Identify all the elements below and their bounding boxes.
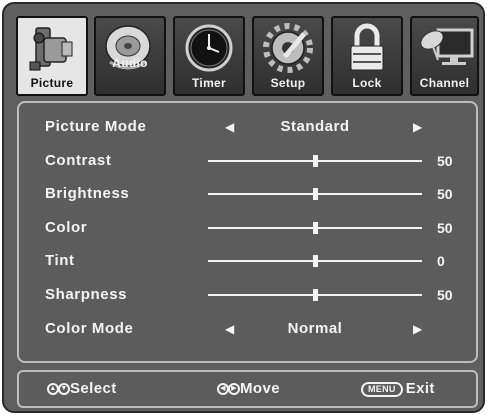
brightness-value: 50 bbox=[437, 186, 453, 202]
tab-label: Audio bbox=[112, 56, 148, 70]
setting-label: Color Mode bbox=[45, 320, 134, 337]
select-label: Select bbox=[70, 380, 117, 397]
padlock-icon bbox=[337, 22, 397, 74]
color-mode-value: Normal bbox=[287, 320, 343, 337]
slider-thumb[interactable] bbox=[312, 188, 318, 200]
tab-timer[interactable]: Timer bbox=[173, 16, 245, 96]
tab-label: Picture bbox=[30, 76, 74, 90]
picture-mode-row[interactable]: Picture Mode ◀ Standard ▶ bbox=[45, 116, 465, 138]
tab-setup[interactable]: Setup bbox=[252, 16, 324, 96]
up-down-icon: ▲ ▼ bbox=[47, 372, 70, 406]
exit-label: Exit bbox=[405, 380, 435, 397]
slider-thumb[interactable] bbox=[312, 289, 318, 301]
slider-thumb[interactable] bbox=[312, 255, 318, 267]
tab-lock[interactable]: Lock bbox=[331, 16, 403, 96]
tint-slider[interactable] bbox=[208, 255, 422, 267]
menu-key-icon: MENU bbox=[361, 381, 403, 397]
color-mode-row[interactable]: Color Mode ◀ Normal ▶ bbox=[45, 318, 465, 340]
arrow-right-icon[interactable]: ▶ bbox=[413, 116, 422, 138]
contrast-value: 50 bbox=[437, 153, 453, 169]
gear-wrench-icon bbox=[258, 22, 318, 74]
setting-label: Picture Mode bbox=[45, 118, 147, 135]
tab-bar: Picture Audio Timer Setup Lock Channel bbox=[16, 16, 479, 96]
picture-mode-value: Standard bbox=[280, 118, 350, 135]
tint-row[interactable]: Tint 0 bbox=[45, 250, 465, 272]
satellite-dish-tv-icon bbox=[416, 22, 476, 74]
tab-label: Setup bbox=[270, 76, 306, 90]
arrow-left-icon[interactable]: ◀ bbox=[225, 318, 234, 340]
slider-thumb[interactable] bbox=[312, 155, 318, 167]
tab-label: Timer bbox=[192, 76, 226, 90]
setting-label: Contrast bbox=[45, 152, 112, 169]
contrast-row[interactable]: Contrast 50 bbox=[45, 150, 465, 172]
sharpness-row[interactable]: Sharpness 50 bbox=[45, 284, 465, 306]
tab-channel[interactable]: Channel bbox=[410, 16, 479, 96]
setting-label: Brightness bbox=[45, 185, 130, 202]
footer-hint-bar: ▲ ▼ Select ◀ ▶ Move MENU Exit bbox=[17, 370, 478, 408]
move-hint: ◀ ▶ Move bbox=[217, 372, 280, 406]
color-value: 50 bbox=[437, 220, 453, 236]
move-label: Move bbox=[240, 380, 280, 397]
tab-label: Lock bbox=[352, 76, 382, 90]
setting-label: Tint bbox=[45, 252, 75, 269]
picture-settings-panel: Picture Mode ◀ Standard ▶ Contrast 50 Br… bbox=[17, 101, 478, 363]
tv-osd-menu: Picture Audio Timer Setup Lock Channel P… bbox=[2, 2, 485, 413]
left-right-icon: ◀ ▶ bbox=[217, 372, 240, 406]
camera-icon bbox=[22, 22, 82, 74]
tint-value: 0 bbox=[437, 253, 445, 269]
setting-label: Color bbox=[45, 219, 88, 236]
setting-label: Sharpness bbox=[45, 286, 128, 303]
sharpness-value: 50 bbox=[437, 287, 453, 303]
arrow-right-icon[interactable]: ▶ bbox=[413, 318, 422, 340]
color-row[interactable]: Color 50 bbox=[45, 217, 465, 239]
sharpness-slider[interactable] bbox=[208, 289, 422, 301]
color-slider[interactable] bbox=[208, 222, 422, 234]
slider-thumb[interactable] bbox=[312, 222, 318, 234]
clock-icon bbox=[179, 22, 239, 74]
exit-hint: MENU Exit bbox=[361, 372, 435, 406]
contrast-slider[interactable] bbox=[208, 155, 422, 167]
arrow-left-icon[interactable]: ◀ bbox=[225, 116, 234, 138]
tab-picture[interactable]: Picture bbox=[16, 16, 88, 96]
brightness-slider[interactable] bbox=[208, 188, 422, 200]
select-hint: ▲ ▼ Select bbox=[47, 372, 117, 406]
brightness-row[interactable]: Brightness 50 bbox=[45, 183, 465, 205]
tab-audio[interactable]: Audio bbox=[94, 16, 166, 96]
tab-label: Channel bbox=[419, 76, 470, 90]
